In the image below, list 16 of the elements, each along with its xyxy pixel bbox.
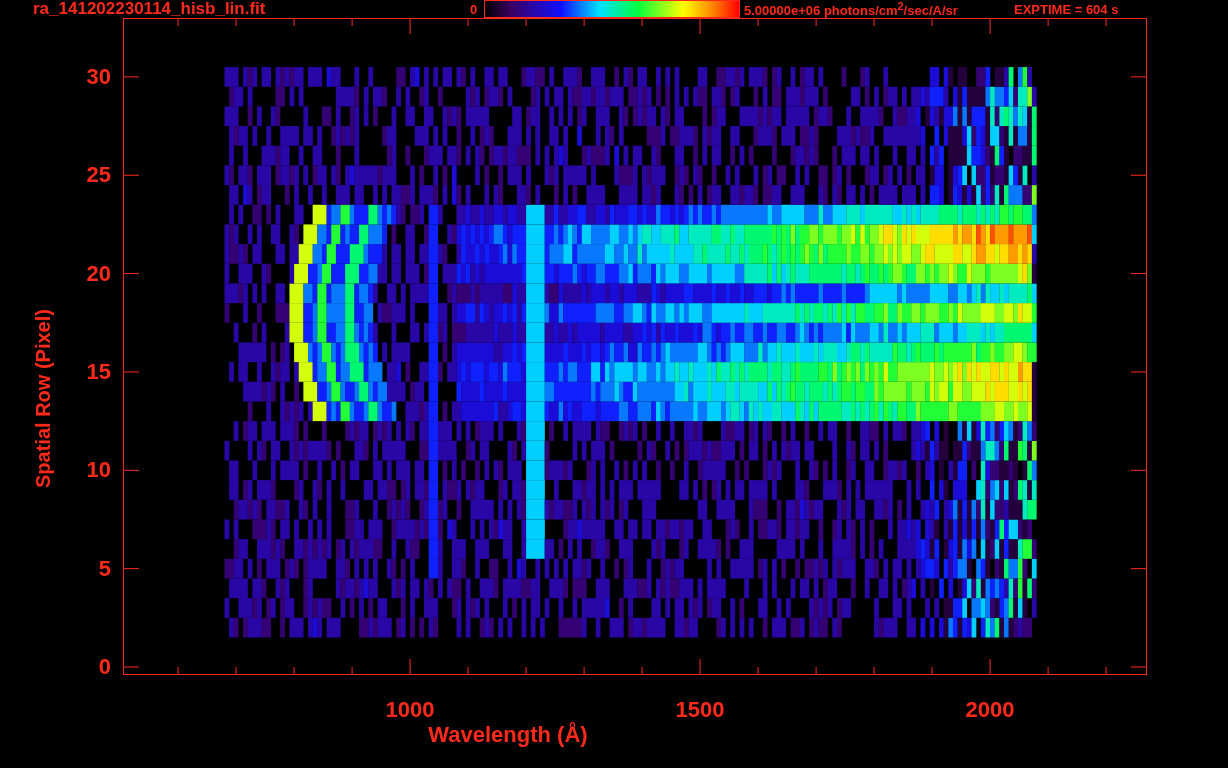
file-name: ra_141202230114_hisb_lin.fit xyxy=(33,0,267,19)
x-tick-label: 1500 xyxy=(674,697,726,723)
y-axis-label: Spatial Row (Pixel) xyxy=(32,309,55,488)
y-tick-label: 0 xyxy=(98,655,111,679)
y-tick-label: 25 xyxy=(86,163,111,188)
colorbar-min-label: 0 xyxy=(470,1,479,17)
colorbar-max-label: 5.00000e+06 photons/cm$^{2}$/sec/A/sr xyxy=(744,0,959,19)
y-tick-label: 5 xyxy=(98,556,111,581)
x-tick-label: 1000 xyxy=(384,697,436,723)
y-tick-label: 15 xyxy=(86,359,111,384)
x-tick-label: 2000 xyxy=(964,697,1016,723)
y-tick-label: 10 xyxy=(86,458,111,483)
x-axis-label: Wavelength (Å) xyxy=(428,722,588,748)
exposure-time: EXPTIME = 604 s xyxy=(1014,1,1119,17)
y-tick-label: 30 xyxy=(86,64,111,89)
y-tick-label: 20 xyxy=(86,261,111,286)
